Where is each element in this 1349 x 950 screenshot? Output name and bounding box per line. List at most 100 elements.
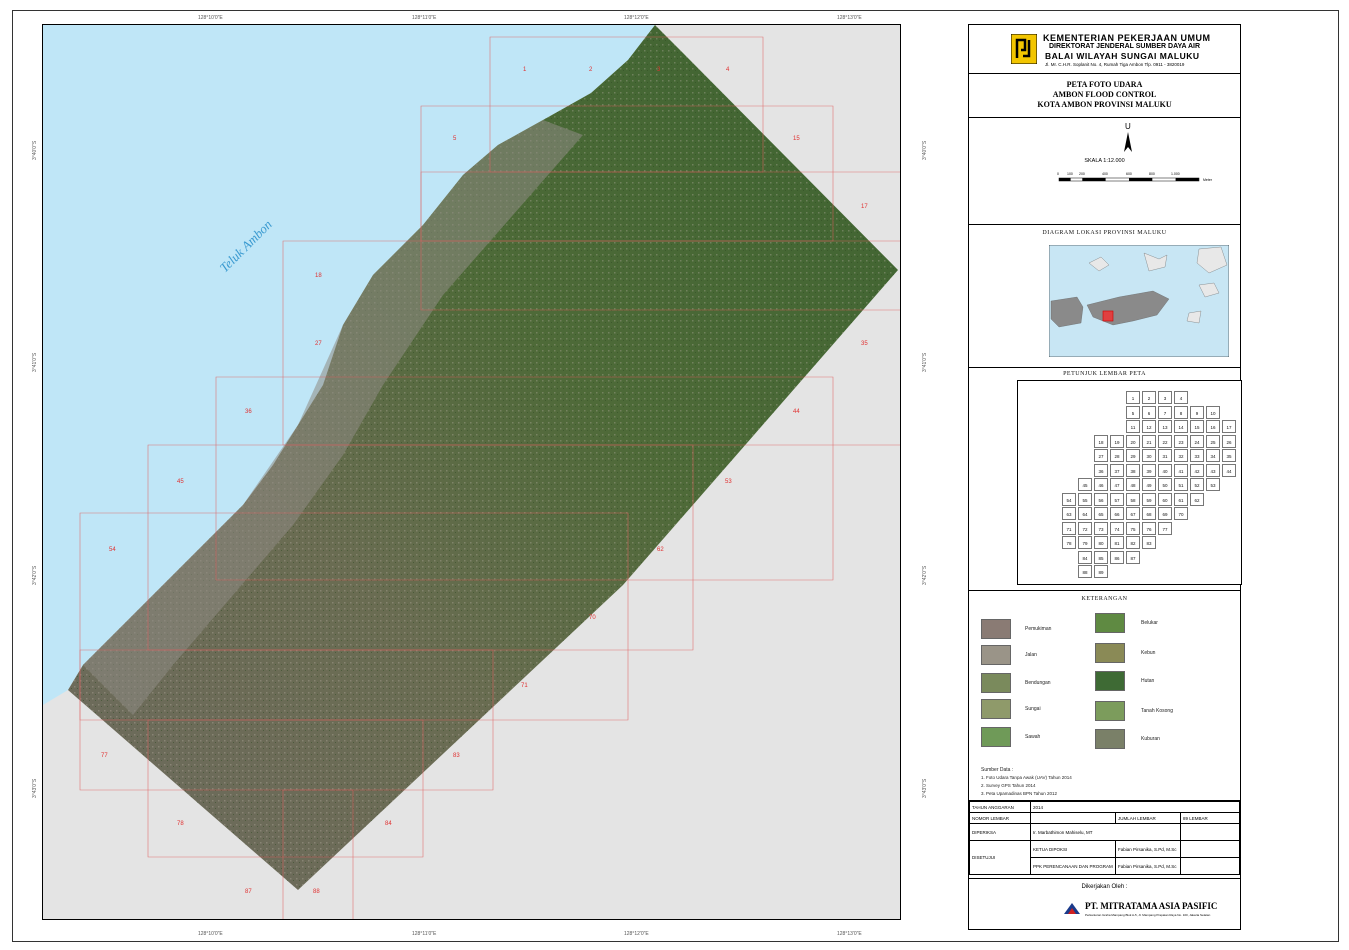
index-sheet-cell[interactable]: 76 <box>1142 521 1156 535</box>
ketua-name: Fabian Pirsanika, S.Pd, M.Sc <box>1115 840 1181 858</box>
index-sheet-cell[interactable]: 54 <box>1062 492 1076 506</box>
index-sheet-cell[interactable]: 84 <box>1078 550 1092 564</box>
index-sheet-cell[interactable]: 35 <box>1222 449 1236 462</box>
index-sheet-cell[interactable]: 31 <box>1158 449 1172 462</box>
index-sheet-cell[interactable]: 3 <box>1158 391 1172 404</box>
index-sheet-cell[interactable]: 88 <box>1078 565 1092 578</box>
index-sheet-cell[interactable]: 17 <box>1222 420 1236 433</box>
coord-left-1: 3°40'0"S <box>32 140 38 160</box>
index-sheet-cell[interactable]: 75 <box>1126 521 1140 535</box>
index-sheet-cell[interactable]: 46 <box>1094 478 1108 491</box>
index-sheet-cell[interactable]: 27 <box>1094 449 1108 462</box>
index-sheet-cell[interactable]: 10 <box>1206 405 1220 419</box>
index-sheet-cell[interactable]: 6 <box>1142 405 1156 419</box>
index-sheet-cell[interactable]: 83 <box>1142 536 1156 549</box>
contractor-logo-icon <box>1064 903 1080 914</box>
index-sheet-cell[interactable]: 25 <box>1206 434 1220 448</box>
index-sheet-cell[interactable]: 20 <box>1126 434 1140 448</box>
index-sheet-cell[interactable]: 48 <box>1126 478 1140 491</box>
index-sheet-cell[interactable]: 86 <box>1110 550 1124 564</box>
index-sheet-cell[interactable]: 33 <box>1190 449 1204 462</box>
ppk-name: Fabian Pirsanika, S.Pd, M.Sc <box>1115 857 1181 875</box>
index-sheet-cell[interactable]: 18 <box>1094 434 1108 448</box>
index-sheet-cell[interactable]: 13 <box>1158 420 1172 433</box>
aerial-map[interactable]: 1 2 3 4 5 15 17 18 27 35 36 44 45 53 54 … <box>42 24 901 920</box>
index-sheet-cell[interactable]: 39 <box>1142 463 1156 477</box>
index-sheet-cell[interactable]: 41 <box>1174 463 1188 477</box>
index-sheet-cell[interactable]: 64 <box>1078 507 1092 520</box>
index-sheet-cell[interactable]: 56 <box>1094 492 1108 506</box>
index-sheet-cell[interactable]: 9 <box>1190 405 1204 419</box>
index-sheet-cell[interactable]: 12 <box>1142 420 1156 433</box>
index-sheet-cell[interactable]: 72 <box>1078 521 1092 535</box>
index-sheet-cell[interactable]: 71 <box>1062 521 1076 535</box>
index-sheet-cell[interactable]: 30 <box>1142 449 1156 462</box>
index-sheet-cell[interactable]: 24 <box>1190 434 1204 448</box>
index-sheet-cell[interactable]: 57 <box>1110 492 1124 506</box>
index-sheet-cell[interactable]: 78 <box>1062 536 1076 549</box>
index-sheet-cell[interactable]: 52 <box>1190 478 1204 491</box>
index-sheet-cell[interactable]: 50 <box>1158 478 1172 491</box>
index-sheet-cell[interactable]: 62 <box>1190 492 1204 506</box>
index-sheet-cell[interactable]: 23 <box>1174 434 1188 448</box>
index-sheet-cell[interactable]: 28 <box>1110 449 1124 462</box>
index-sheet-cell[interactable]: 61 <box>1174 492 1188 506</box>
index-sheet-cell[interactable]: 74 <box>1110 521 1124 535</box>
index-sheet-cell[interactable]: 21 <box>1142 434 1156 448</box>
index-sheet-cell[interactable]: 26 <box>1222 434 1236 448</box>
index-title: PETUNJUK LEMBAR PETA <box>1063 371 1146 377</box>
index-sheet-cell[interactable]: 7 <box>1158 405 1172 419</box>
index-sheet-cell[interactable]: 55 <box>1078 492 1092 506</box>
index-sheet-cell[interactable]: 81 <box>1110 536 1124 549</box>
coord-top-2: 128°11'0"E <box>412 15 437 21</box>
index-sheet-cell[interactable]: 22 <box>1158 434 1172 448</box>
index-sheet-cell[interactable]: 5 <box>1126 405 1140 419</box>
index-sheet-cell[interactable]: 47 <box>1110 478 1124 491</box>
index-sheet-cell[interactable]: 58 <box>1126 492 1140 506</box>
index-sheet-cell[interactable]: 77 <box>1158 521 1172 535</box>
index-sheet-cell[interactable]: 68 <box>1142 507 1156 520</box>
index-sheet-cell[interactable]: 44 <box>1222 463 1236 477</box>
grid-num: 78 <box>177 821 184 827</box>
index-sheet-cell[interactable]: 87 <box>1126 550 1140 564</box>
coord-top-4: 128°13'0"E <box>837 15 862 21</box>
index-sheet-cell[interactable]: 65 <box>1094 507 1108 520</box>
index-sheet-cell[interactable]: 70 <box>1174 507 1188 520</box>
index-sheet-cell[interactable]: 85 <box>1094 550 1108 564</box>
index-sheet-cell[interactable]: 82 <box>1126 536 1140 549</box>
index-sheet-cell[interactable]: 19 <box>1110 434 1124 448</box>
index-sheet-cell[interactable]: 15 <box>1190 420 1204 433</box>
index-sheet-cell[interactable]: 40 <box>1158 463 1172 477</box>
index-sheet-cell[interactable]: 89 <box>1094 565 1108 578</box>
index-sheet-cell[interactable]: 29 <box>1126 449 1140 462</box>
index-sheet-cell[interactable]: 60 <box>1158 492 1172 506</box>
index-sheet-cell[interactable]: 63 <box>1062 507 1076 520</box>
index-sheet-cell[interactable]: 59 <box>1142 492 1156 506</box>
index-sheet-cell[interactable]: 14 <box>1174 420 1188 433</box>
index-sheet-cell[interactable]: 69 <box>1158 507 1172 520</box>
index-sheet-cell[interactable]: 51 <box>1174 478 1188 491</box>
index-sheet-cell[interactable]: 34 <box>1206 449 1220 462</box>
index-sheet-cell[interactable]: 49 <box>1142 478 1156 491</box>
index-sheet-cell[interactable]: 79 <box>1078 536 1092 549</box>
index-sheet-cell[interactable]: 11 <box>1126 420 1140 433</box>
index-sheet-cell[interactable]: 53 <box>1206 478 1220 491</box>
index-sheet-cell[interactable]: 38 <box>1126 463 1140 477</box>
index-sheet-cell[interactable]: 4 <box>1174 391 1188 404</box>
index-sheet-cell[interactable]: 42 <box>1190 463 1204 477</box>
index-sheet-cell[interactable]: 1 <box>1126 391 1140 404</box>
index-sheet-cell[interactable]: 2 <box>1142 391 1156 404</box>
sources-title: Sumber Data : <box>981 767 1014 773</box>
index-sheet-cell[interactable]: 73 <box>1094 521 1108 535</box>
index-sheet-cell[interactable]: 16 <box>1206 420 1220 433</box>
index-sheet-cell[interactable]: 67 <box>1126 507 1140 520</box>
index-sheet-cell[interactable]: 8 <box>1174 405 1188 419</box>
index-sheet-cell[interactable]: 45 <box>1078 478 1092 491</box>
index-sheet-cell[interactable]: 32 <box>1174 449 1188 462</box>
contractor-by: Dikerjakan Oleh : <box>1081 884 1128 890</box>
index-sheet-cell[interactable]: 66 <box>1110 507 1124 520</box>
index-sheet-cell[interactable]: 37 <box>1110 463 1124 477</box>
index-sheet-cell[interactable]: 43 <box>1206 463 1220 477</box>
index-sheet-cell[interactable]: 36 <box>1094 463 1108 477</box>
index-sheet-cell[interactable]: 80 <box>1094 536 1108 549</box>
